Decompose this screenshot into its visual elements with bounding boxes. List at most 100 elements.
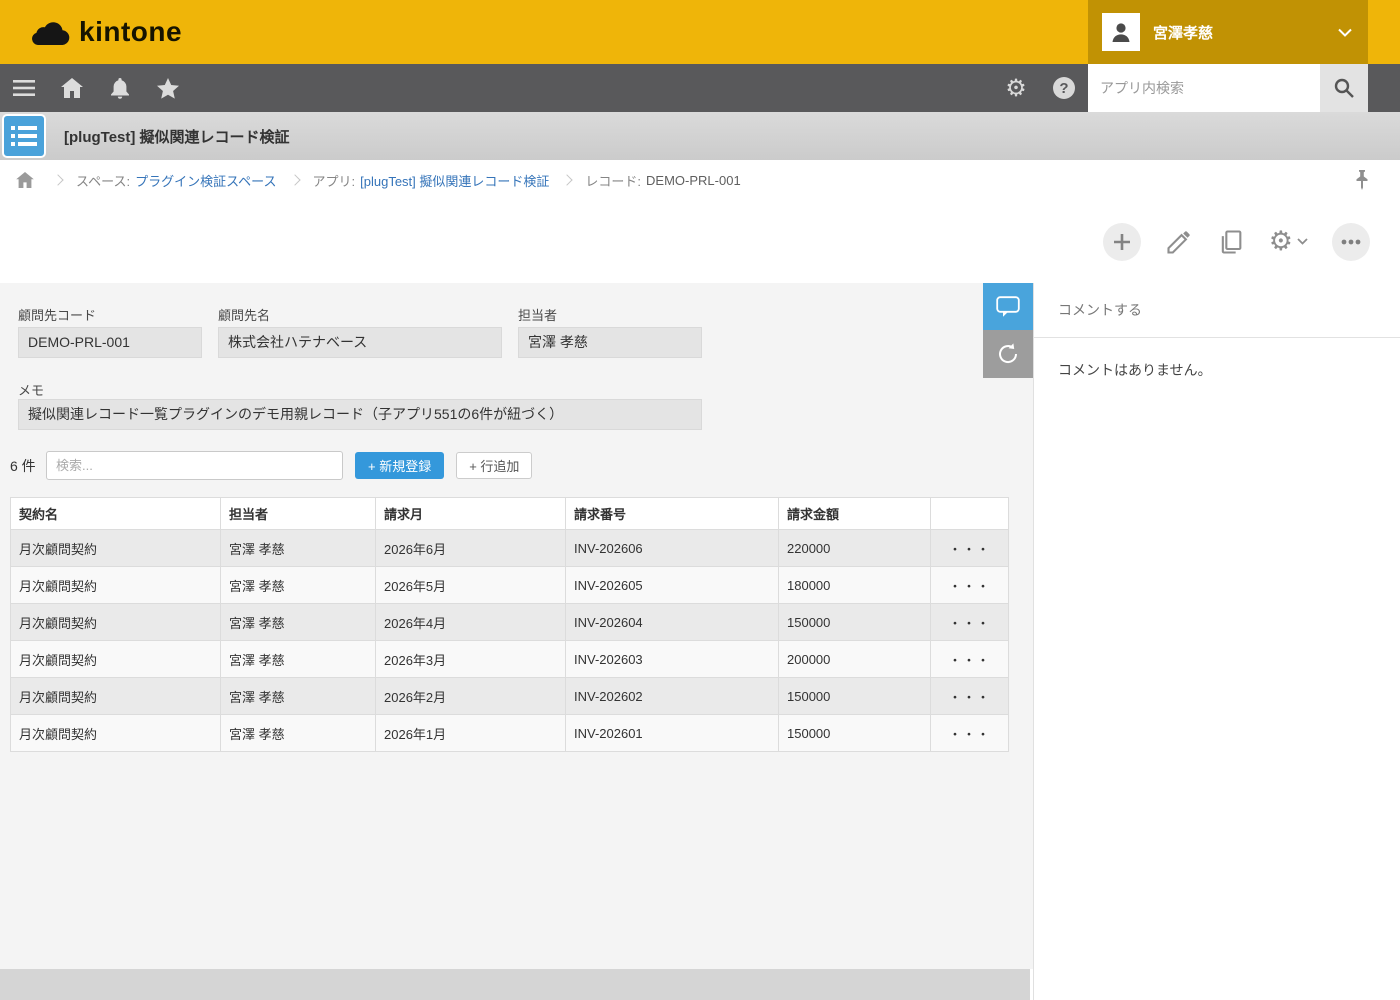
hamburger-menu-button[interactable] <box>0 64 48 112</box>
row-menu-button[interactable]: ・・・ <box>931 715 1009 752</box>
cell-month: 2026年1月 <box>376 715 566 752</box>
cell-invoice: INV-202604 <box>566 604 779 641</box>
add-record-button[interactable] <box>1103 223 1141 261</box>
row-menu-button[interactable]: ・・・ <box>931 530 1009 567</box>
cell-amount: 150000 <box>779 604 931 641</box>
row-menu-button[interactable]: ・・・ <box>931 604 1009 641</box>
edit-record-button[interactable] <box>1165 228 1193 256</box>
question-icon: ? <box>1053 77 1075 99</box>
favorites-button[interactable] <box>144 64 192 112</box>
pin-icon <box>1354 170 1370 190</box>
breadcrumb-home-link[interactable] <box>10 172 40 188</box>
col-header-invoice: 請求番号 <box>566 498 779 530</box>
cell-amount: 180000 <box>779 567 931 604</box>
search-submit-button[interactable] <box>1320 64 1368 112</box>
col-header-contract: 契約名 <box>11 498 221 530</box>
row-menu-button[interactable]: ・・・ <box>931 641 1009 678</box>
cell-amount: 150000 <box>779 715 931 752</box>
kintone-cloud-icon <box>30 19 70 45</box>
settings-button[interactable]: ⚙ <box>992 64 1040 112</box>
breadcrumb-space-link[interactable]: プラグイン検証スペース <box>135 171 276 190</box>
col-header-amount: 請求金額 <box>779 498 931 530</box>
app-search-input[interactable] <box>1088 64 1320 112</box>
field-assignee-value: 宮澤 孝慈 <box>518 327 702 358</box>
record-settings-button[interactable]: ⚙ <box>1269 228 1308 255</box>
app-icon[interactable] <box>2 114 46 158</box>
top-header: kintone 宮澤孝慈 <box>0 0 1400 64</box>
table-row: 月次顧問契約 宮澤 孝慈 2026年2月 INV-202602 150000 ・… <box>11 678 1009 715</box>
cell-invoice: INV-202602 <box>566 678 779 715</box>
history-icon <box>996 342 1020 366</box>
related-table-controls: 6 件 + 新規登録 + 行追加 <box>10 451 532 480</box>
table-row: 月次顧問契約 宮澤 孝慈 2026年4月 INV-202604 150000 ・… <box>11 604 1009 641</box>
plus-icon <box>1113 233 1131 251</box>
field-customer-code-label: 顧問先コード <box>18 305 96 324</box>
chevron-down-icon <box>1338 28 1352 37</box>
navbar-right: ⚙ ? <box>992 64 1368 112</box>
more-options-button[interactable] <box>1332 223 1370 261</box>
breadcrumb-record-label: レコード: <box>585 171 641 190</box>
cell-assignee: 宮澤 孝慈 <box>221 641 376 678</box>
history-tab[interactable] <box>983 330 1033 378</box>
app-title: [plugTest] 擬似関連レコード検証 <box>64 112 290 160</box>
chevron-down-icon <box>1297 238 1308 245</box>
field-customer-code-value: DEMO-PRL-001 <box>18 327 202 358</box>
col-header-actions <box>931 498 1009 530</box>
star-icon <box>157 78 179 99</box>
table-row: 月次顧問契約 宮澤 孝慈 2026年1月 INV-202601 150000 ・… <box>11 715 1009 752</box>
ellipsis-icon <box>1341 239 1361 245</box>
cell-month: 2026年2月 <box>376 678 566 715</box>
row-menu-button[interactable]: ・・・ <box>931 678 1009 715</box>
col-header-assignee: 担当者 <box>221 498 376 530</box>
home-button[interactable] <box>48 64 96 112</box>
notifications-button[interactable] <box>96 64 144 112</box>
horizontal-scrollbar[interactable] <box>0 969 1030 1000</box>
search-icon <box>1334 78 1354 98</box>
table-row: 月次顧問契約 宮澤 孝慈 2026年5月 INV-202605 180000 ・… <box>11 567 1009 604</box>
duplicate-record-button[interactable] <box>1217 228 1245 256</box>
kintone-logo[interactable]: kintone <box>30 0 182 64</box>
field-memo-value: 擬似関連レコード一覧プラグインのデモ用親レコード（子アプリ551の6件が紐づく） <box>18 399 702 430</box>
list-icon <box>11 125 37 147</box>
navbar-left-icons <box>0 64 192 112</box>
user-avatar-icon <box>1102 13 1140 51</box>
record-count: 6 件 <box>10 456 46 476</box>
table-header-row: 契約名 担当者 請求月 請求番号 請求金額 <box>11 498 1009 530</box>
cell-month: 2026年6月 <box>376 530 566 567</box>
cell-invoice: INV-202605 <box>566 567 779 604</box>
cell-invoice: INV-202606 <box>566 530 779 567</box>
cell-month: 2026年4月 <box>376 604 566 641</box>
comment-compose-link[interactable]: コメントする <box>1034 283 1400 338</box>
record-toolbar: ⚙ <box>0 200 1400 283</box>
hamburger-icon <box>13 80 35 96</box>
user-menu[interactable]: 宮澤孝慈 <box>1088 0 1368 64</box>
register-new-button[interactable]: + 新規登録 <box>355 452 444 479</box>
cell-contract: 月次顧問契約 <box>11 715 221 752</box>
cell-contract: 月次顧問契約 <box>11 530 221 567</box>
breadcrumb-app-link[interactable]: [plugTest] 擬似関連レコード検証 <box>360 171 549 190</box>
record-toolbar-icons: ⚙ <box>1103 200 1370 283</box>
add-row-button[interactable]: + 行追加 <box>456 452 532 479</box>
cell-contract: 月次顧問契約 <box>11 678 221 715</box>
cell-assignee: 宮澤 孝慈 <box>221 604 376 641</box>
col-header-month: 請求月 <box>376 498 566 530</box>
pin-button[interactable] <box>1354 170 1370 193</box>
field-customer-name-value: 株式会社ハテナベース <box>218 327 502 358</box>
bell-icon <box>111 78 129 99</box>
breadcrumb: スペース: プラグイン検証スペース アプリ: [plugTest] 擬似関連レコ… <box>0 160 1400 200</box>
gear-icon: ⚙ <box>1005 76 1027 100</box>
cell-assignee: 宮澤 孝慈 <box>221 567 376 604</box>
comments-tab[interactable] <box>983 283 1033 330</box>
copy-icon <box>1217 228 1245 256</box>
gear-icon: ⚙ <box>1269 228 1293 255</box>
cell-month: 2026年5月 <box>376 567 566 604</box>
table-row: 月次顧問契約 宮澤 孝慈 2026年6月 INV-202606 220000 ・… <box>11 530 1009 567</box>
pencil-icon <box>1165 228 1193 256</box>
comments-empty-message: コメントはありません。 <box>1034 338 1400 402</box>
table-search-input[interactable] <box>46 451 343 480</box>
related-records-table: 契約名 担当者 請求月 請求番号 請求金額 月次顧問契約 宮澤 孝慈 2026年… <box>10 497 1009 752</box>
row-menu-button[interactable]: ・・・ <box>931 567 1009 604</box>
user-name: 宮澤孝慈 <box>1153 22 1325 43</box>
help-button[interactable]: ? <box>1040 64 1088 112</box>
cell-invoice: INV-202601 <box>566 715 779 752</box>
